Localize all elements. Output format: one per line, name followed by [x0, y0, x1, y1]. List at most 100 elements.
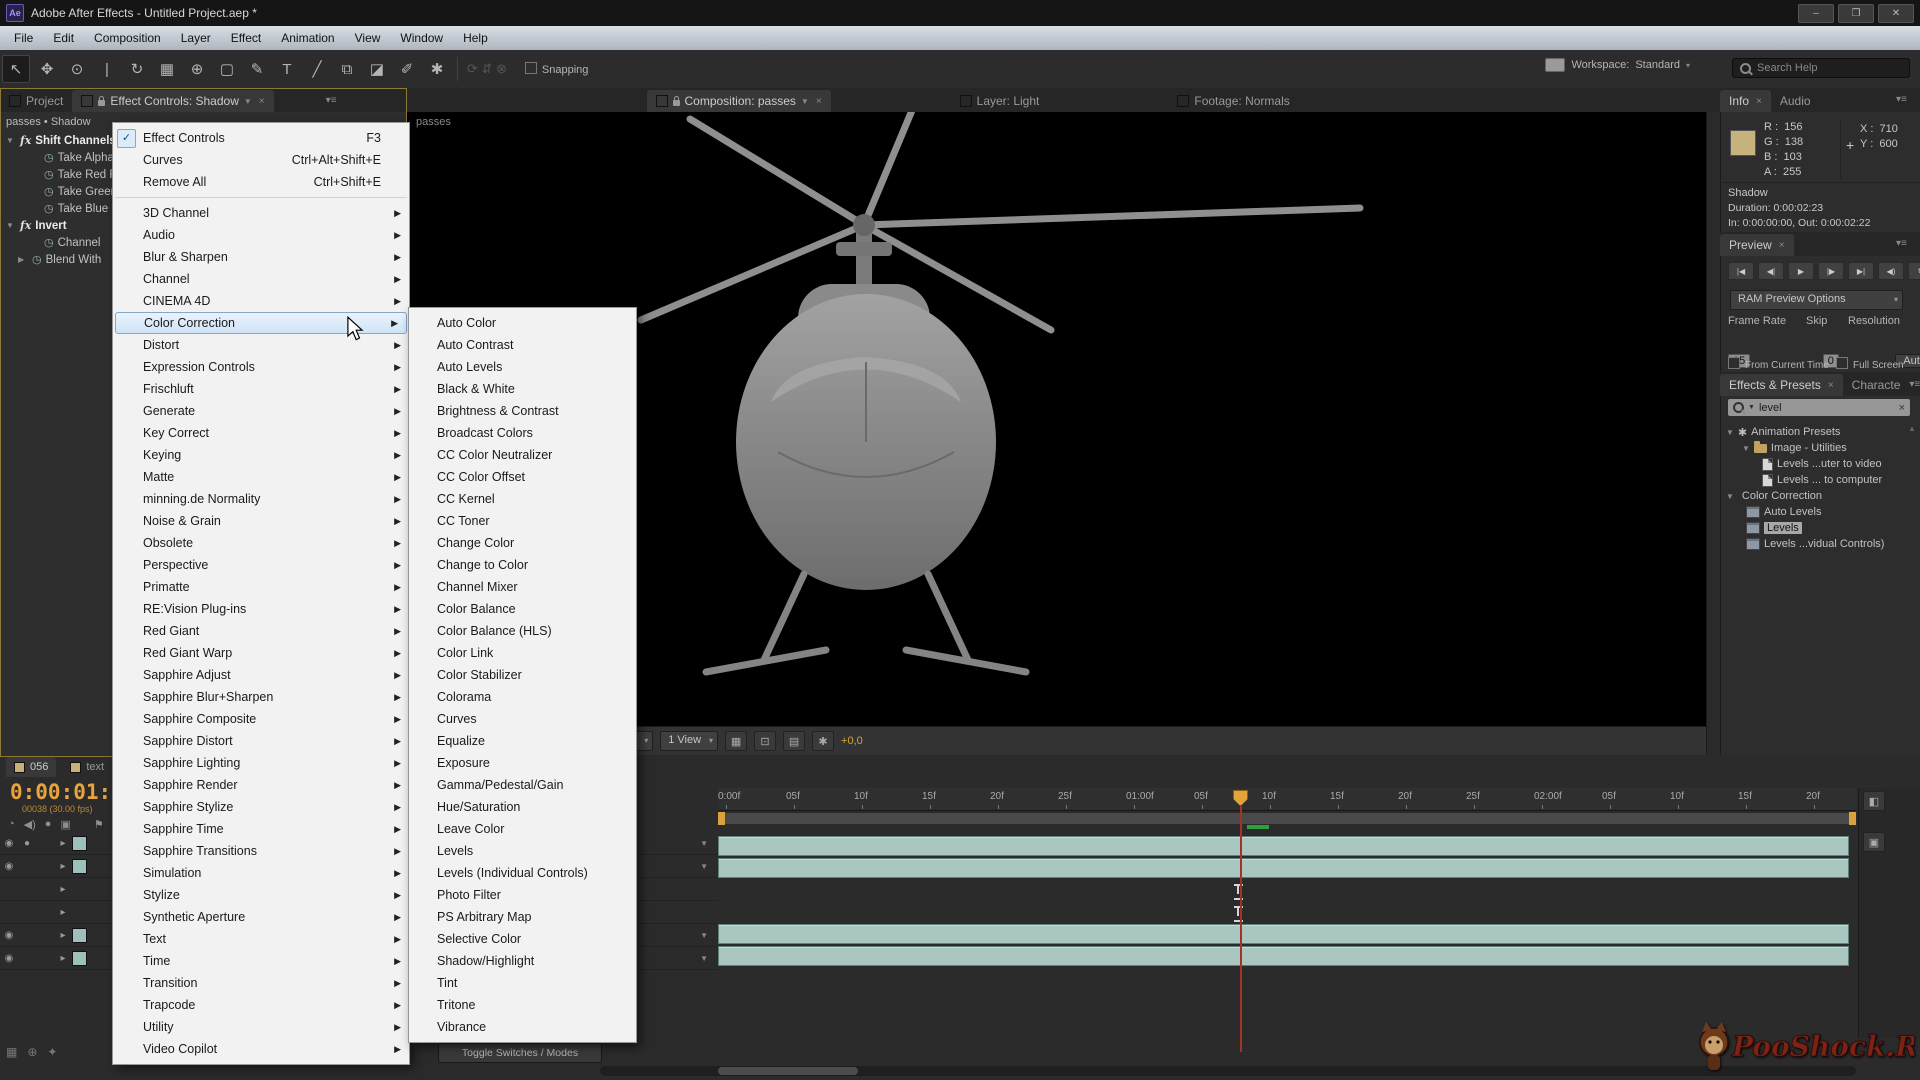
eye-icon[interactable]: ◉ [0, 861, 18, 872]
from-current-time-checkbox[interactable] [1728, 357, 1740, 369]
layer-row[interactable]: ◉●▸ [0, 832, 112, 855]
stopwatch-icon[interactable]: ◷ [44, 202, 54, 215]
stopwatch-icon[interactable]: ◷ [44, 168, 54, 181]
panel-tab[interactable]: Project [0, 90, 72, 112]
search-value[interactable]: level [1759, 402, 1895, 414]
work-area-start-handle[interactable] [718, 812, 725, 825]
menu-item[interactable]: Tritone [409, 994, 636, 1016]
tool-button[interactable]: T [274, 56, 300, 82]
timeline-tab[interactable]: text [62, 757, 112, 777]
flowchart-icon[interactable]: ✱ [812, 731, 834, 751]
transport-button[interactable]: ▶| [1848, 262, 1874, 280]
clear-search-icon[interactable]: × [1899, 402, 1905, 414]
layer-duration-bar[interactable] [718, 946, 1849, 966]
menu-bar-item[interactable]: File [4, 26, 43, 50]
tool-button[interactable]: ↻ [124, 56, 150, 82]
layer-color-swatch[interactable] [72, 836, 87, 851]
menu-item[interactable]: PS Arbitrary Map [409, 906, 636, 928]
tool-button[interactable]: ↖ [2, 55, 30, 83]
stopwatch-icon[interactable]: ◷ [44, 151, 54, 164]
parent-dropdown[interactable]: ▼ [636, 924, 718, 947]
layer-row[interactable]: ◉▸ [0, 924, 112, 947]
menu-item[interactable]: Noise & Grain ▶ [113, 510, 409, 532]
menu-item[interactable]: Text ▶ [113, 928, 409, 950]
menu-item[interactable]: CINEMA 4D ▶ [113, 290, 409, 312]
panel-tab[interactable]: Layer: Light [951, 90, 1049, 112]
full-screen-checkbox[interactable] [1836, 357, 1848, 369]
full-screen-option[interactable]: Full Screen [1836, 355, 1904, 373]
menu-item[interactable]: Obsolete ▶ [113, 532, 409, 554]
menu-item[interactable]: Stylize ▶ [113, 884, 409, 906]
menu-item[interactable]: CC Color Neutralizer [409, 444, 636, 466]
menu-item[interactable]: Channel ▶ [113, 268, 409, 290]
menu-item[interactable]: ✓ Remove All Ctrl+Shift+E [113, 171, 409, 193]
menu-item[interactable]: Shadow/Highlight [409, 950, 636, 972]
menu-item[interactable]: CC Color Offset [409, 466, 636, 488]
parent-dropdown[interactable]: ▼ [636, 947, 718, 970]
menu-item[interactable]: CC Kernel [409, 488, 636, 510]
transport-button[interactable]: ▶ [1788, 262, 1814, 280]
menu-item[interactable]: Photo Filter [409, 884, 636, 906]
stopwatch-icon[interactable]: ◷ [44, 236, 54, 249]
minimize-button[interactable]: – [1798, 4, 1834, 23]
menu-bar-item[interactable]: Edit [43, 26, 84, 50]
menu-bar-item[interactable]: View [345, 26, 391, 50]
transport-button[interactable]: |◀ [1728, 262, 1754, 280]
panel-menu-icon[interactable]: ▾≡ [1909, 379, 1920, 390]
layer-row[interactable]: ◉▸ [0, 855, 112, 878]
menu-item[interactable]: Sapphire Composite ▶ [113, 708, 409, 730]
menu-bar-item[interactable]: Help [453, 26, 498, 50]
menu-item[interactable]: Generate ▶ [113, 400, 409, 422]
panel-tab[interactable]: Footage: Normals [1168, 90, 1298, 112]
tool-button[interactable]: ▢ [214, 56, 240, 82]
menu-item[interactable]: Expression Controls ▶ [113, 356, 409, 378]
parent-dropdown[interactable]: ▼ [636, 832, 718, 855]
menu-item[interactable]: Auto Levels [409, 356, 636, 378]
panel-tab[interactable]: Composition: passes ▼ × [647, 90, 831, 112]
layer-color-swatch[interactable] [72, 951, 87, 966]
menu-bar-item[interactable]: Layer [171, 26, 221, 50]
menu-item[interactable]: Channel Mixer [409, 576, 636, 598]
tool-button[interactable]: | [94, 56, 120, 82]
layer-row[interactable]: ◉▸ [0, 947, 112, 970]
twirl-icon[interactable]: ▶ [18, 255, 28, 264]
twirl-icon[interactable]: ▸ [54, 953, 72, 964]
menu-item[interactable]: Keying ▶ [113, 444, 409, 466]
tool-button[interactable]: ✱ [424, 56, 450, 82]
twirl-icon[interactable]: ▸ [54, 907, 72, 918]
tree-item[interactable]: ▼ Image - Utilities [1722, 440, 1912, 456]
close-icon[interactable]: × [1779, 240, 1785, 251]
menu-item[interactable]: Equalize [409, 730, 636, 752]
workspace-selector[interactable]: Workspace: Standard ▾ [1545, 58, 1690, 72]
close-button[interactable]: ✕ [1878, 4, 1914, 23]
zoom-icon[interactable]: ⊕ [27, 1045, 37, 1059]
tree-item-label[interactable]: Color Correction [1742, 490, 1822, 502]
comp-marker-icon[interactable]: ◧ [1863, 791, 1885, 811]
scrollbar-thumb[interactable] [718, 1067, 858, 1075]
menu-item[interactable]: Sapphire Lighting ▶ [113, 752, 409, 774]
toggle-switches-modes-button[interactable]: Toggle Switches / Modes [438, 1043, 602, 1063]
chevron-down-icon[interactable]: ▼ [1748, 404, 1755, 411]
menu-item[interactable]: Blur & Sharpen ▶ [113, 246, 409, 268]
chevron-down-icon[interactable]: ▼ [801, 97, 809, 106]
menu-item[interactable]: Tint [409, 972, 636, 994]
twirl-icon[interactable]: ▼ [1726, 428, 1734, 437]
time-ruler[interactable]: 0:00f05f10f15f20f25f01:00f05f10f15f20f25… [718, 788, 1856, 811]
menu-item[interactable]: Sapphire Render ▶ [113, 774, 409, 796]
tree-item-label[interactable]: Levels [1764, 522, 1802, 534]
twirl-icon[interactable]: ▸ [54, 884, 72, 895]
menu-item[interactable]: Red Giant ▶ [113, 620, 409, 642]
menu-item[interactable]: Auto Contrast [409, 334, 636, 356]
twirl-icon[interactable]: ▸ [54, 930, 72, 941]
menu-item[interactable]: Transition ▶ [113, 972, 409, 994]
menu-item[interactable]: Perspective ▶ [113, 554, 409, 576]
menu-bar-item[interactable]: Effect [221, 26, 271, 50]
tree-item[interactable]: Levels [1722, 520, 1912, 536]
menu-item[interactable]: Utility ▶ [113, 1016, 409, 1038]
layer-color-swatch[interactable] [72, 859, 87, 874]
view-layout-dropdown[interactable]: 1 View [660, 731, 718, 751]
parent-dropdown[interactable]: ▼ [636, 855, 718, 878]
menu-item[interactable]: 3D Channel ▶ [113, 202, 409, 224]
menu-item[interactable]: Red Giant Warp ▶ [113, 642, 409, 664]
menu-item[interactable]: Change Color [409, 532, 636, 554]
